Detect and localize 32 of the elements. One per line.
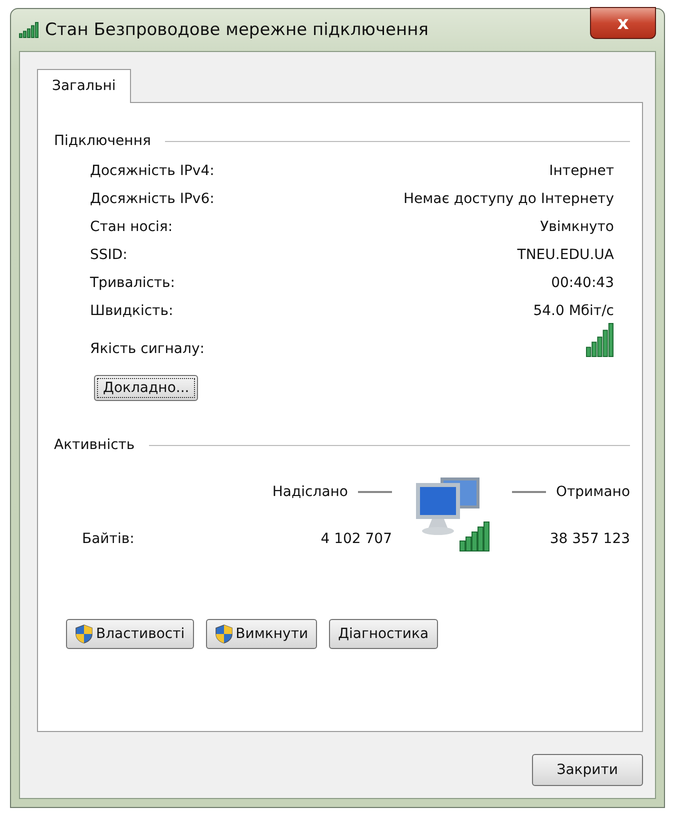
field-label: Досяжність IPv4: — [90, 163, 214, 179]
sent-label: Надіслано — [272, 484, 348, 500]
action-button[interactable]: Діагностика — [329, 619, 438, 649]
field-value: TNEU.EDU.UA — [517, 247, 614, 263]
close-dialog-button[interactable]: Закрити — [532, 754, 643, 786]
bytes-label: Байтів: — [82, 530, 136, 546]
field-label: Досяжність IPv6: — [90, 191, 214, 207]
tab[interactable]: Загальні — [37, 69, 131, 103]
field-value: 54.0 Мбіт/с — [533, 303, 614, 319]
details-button[interactable]: Докладно... — [94, 375, 198, 401]
field-label: Швидкість: — [90, 303, 174, 319]
shield-icon — [214, 624, 233, 644]
action-button[interactable]: Властивості — [66, 619, 194, 649]
field-value: Немає доступу до Інтернету — [403, 191, 614, 207]
field-value: 00:40:43 — [551, 275, 614, 291]
signal-bars-icon — [586, 323, 614, 357]
field-value: Інтернет — [549, 163, 614, 179]
group-heading: Підключення — [54, 133, 151, 149]
field-value: Увімкнуто — [540, 219, 614, 235]
signal-bars-icon — [19, 22, 39, 38]
received-label: Отримано — [556, 484, 630, 500]
field-label: Стан носія: — [90, 219, 173, 235]
field-label: Тривалість: — [90, 275, 176, 291]
field-label: Якість сигналу: — [90, 341, 204, 357]
field-label: SSID: — [90, 247, 128, 263]
received-bytes: 38 357 123 — [548, 530, 630, 546]
sent-bytes: 4 102 707 — [320, 530, 392, 546]
shield-icon — [75, 624, 93, 644]
window-title: Стан Безпроводове мережне підключення — [45, 20, 430, 40]
action-button[interactable]: Вимкнути — [206, 619, 318, 649]
close-button[interactable]: x — [590, 7, 656, 39]
group-heading: Активність — [54, 437, 135, 453]
